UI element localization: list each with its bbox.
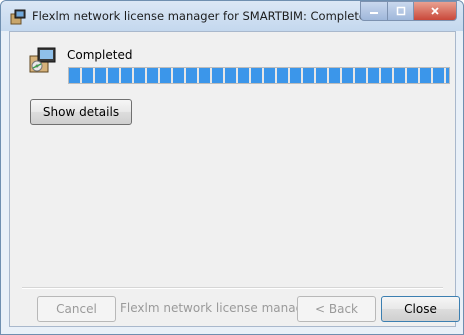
close-window-button[interactable] (413, 1, 457, 21)
close-icon (431, 7, 439, 15)
title-bar[interactable]: Flexlm network license manager for SMART… (1, 1, 463, 31)
status-text: Completed (67, 48, 133, 62)
maximize-icon (396, 6, 405, 16)
back-button[interactable]: < Back (297, 296, 376, 322)
footer-divider (22, 287, 443, 289)
dialog-body: Completed Show details Cancel Flexlm net… (9, 31, 460, 327)
progress-fill (69, 68, 449, 83)
window-title: Flexlm network license manager for SMART… (32, 9, 374, 23)
maximize-button[interactable] (387, 1, 413, 21)
show-details-button[interactable]: Show details (30, 99, 132, 125)
installer-package-icon (29, 47, 56, 73)
minimize-icon (370, 12, 378, 14)
cancel-button[interactable]: Cancel (37, 296, 116, 322)
minimize-button[interactable] (360, 1, 387, 21)
close-button[interactable]: Close (381, 296, 460, 322)
caption-buttons (360, 1, 457, 21)
installer-window: Flexlm network license manager for SMART… (0, 0, 464, 335)
installer-icon (10, 9, 26, 25)
progress-bar (68, 67, 450, 84)
footer-brand-text: Flexlm network license manager (120, 301, 316, 315)
